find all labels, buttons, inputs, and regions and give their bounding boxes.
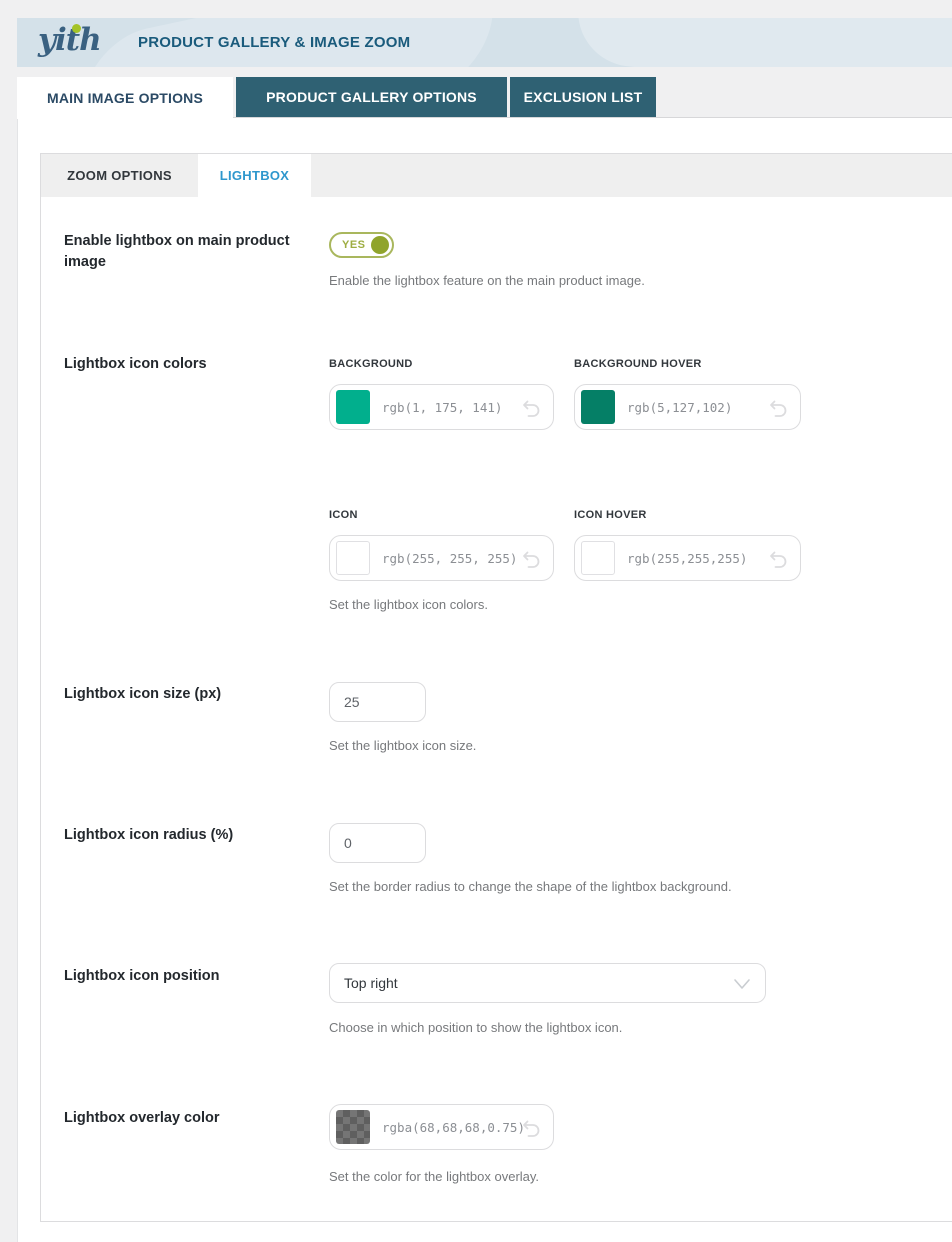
color-value: rgb(255,255,255) (627, 551, 747, 566)
undo-arrow-icon[interactable] (768, 398, 788, 418)
plugin-header: yith PRODUCT GALLERY & IMAGE ZOOM (17, 18, 952, 67)
icon-size-description: Set the lightbox icon size. (329, 738, 476, 753)
color-swatch[interactable] (581, 390, 615, 424)
undo-arrow-icon[interactable] (768, 549, 788, 569)
color-picker-background[interactable]: rgb(1, 175, 141) (329, 384, 554, 430)
color-swatch[interactable] (581, 541, 615, 575)
icon-size-label: Lightbox icon size (px) (64, 684, 309, 705)
color-picker-icon[interactable]: rgb(255, 255, 255) (329, 535, 554, 581)
tab-product-gallery-options[interactable]: PRODUCT GALLERY OPTIONS (236, 77, 507, 117)
picker-icon-caption: ICON (329, 509, 358, 521)
overlay-color-description: Set the color for the lightbox overlay. (329, 1169, 539, 1184)
enable-lightbox-description: Enable the lightbox feature on the main … (329, 273, 645, 288)
icon-radius-description: Set the border radius to change the shap… (329, 879, 732, 894)
picker-icon-hover-caption: ICON HOVER (574, 509, 647, 521)
overlay-color-label: Lightbox overlay color (64, 1108, 309, 1129)
yith-plugin-settings-page: yith PRODUCT GALLERY & IMAGE ZOOM MAIN I… (0, 0, 952, 1242)
color-picker-icon-hover[interactable]: rgb(255,255,255) (574, 535, 801, 581)
settings-card: ZOOM OPTIONS LIGHTBOX Enable lightbox on… (40, 153, 952, 1222)
sub-tabs: ZOOM OPTIONS LIGHTBOX (41, 154, 952, 197)
icon-position-select[interactable]: Top right (329, 963, 766, 1003)
color-value: rgb(1, 175, 141) (382, 400, 502, 415)
color-swatch[interactable] (336, 390, 370, 424)
enable-lightbox-toggle[interactable]: YES (329, 232, 394, 258)
icon-position-selected-value: Top right (344, 975, 398, 991)
undo-arrow-icon[interactable] (521, 398, 541, 418)
toggle-knob (371, 236, 389, 254)
page-title: PRODUCT GALLERY & IMAGE ZOOM (138, 18, 410, 67)
tab-exclusion-list[interactable]: EXCLUSION LIST (510, 77, 656, 117)
main-tabs: MAIN IMAGE OPTIONS PRODUCT GALLERY OPTIO… (17, 77, 656, 118)
yith-logo-dot (72, 24, 81, 33)
undo-arrow-icon[interactable] (521, 1118, 541, 1138)
enable-lightbox-label: Enable lightbox on main product image (64, 231, 309, 273)
picker-background-caption: BACKGROUND (329, 358, 413, 370)
header-watermark (573, 18, 952, 67)
color-value: rgba(68,68,68,0.75) (382, 1120, 525, 1135)
yith-logo-text: yith (38, 22, 101, 58)
color-value: rgb(5,127,102) (627, 400, 732, 415)
undo-arrow-icon[interactable] (521, 549, 541, 569)
icon-radius-label: Lightbox icon radius (%) (64, 825, 309, 846)
toggle-on-label: YES (342, 239, 366, 251)
icon-position-label: Lightbox icon position (64, 966, 309, 987)
chevron-down-icon (733, 977, 751, 989)
tab-main-image-options[interactable]: MAIN IMAGE OPTIONS (17, 77, 233, 119)
icon-colors-description: Set the lightbox icon colors. (329, 597, 488, 612)
color-swatch[interactable] (336, 1110, 370, 1144)
color-swatch[interactable] (336, 541, 370, 575)
color-picker-background-hover[interactable]: rgb(5,127,102) (574, 384, 801, 430)
icon-radius-input[interactable] (329, 823, 426, 863)
icon-colors-label: Lightbox icon colors (64, 354, 309, 375)
icon-size-input[interactable] (329, 682, 426, 722)
subtab-zoom-options[interactable]: ZOOM OPTIONS (41, 154, 198, 197)
color-value: rgb(255, 255, 255) (382, 551, 517, 566)
yith-logo: yith (38, 22, 124, 64)
subtab-lightbox[interactable]: LIGHTBOX (198, 154, 311, 197)
color-picker-overlay[interactable]: rgba(68,68,68,0.75) (329, 1104, 554, 1150)
picker-background-hover-caption: BACKGROUND HOVER (574, 358, 702, 370)
icon-position-description: Choose in which position to show the lig… (329, 1020, 622, 1035)
